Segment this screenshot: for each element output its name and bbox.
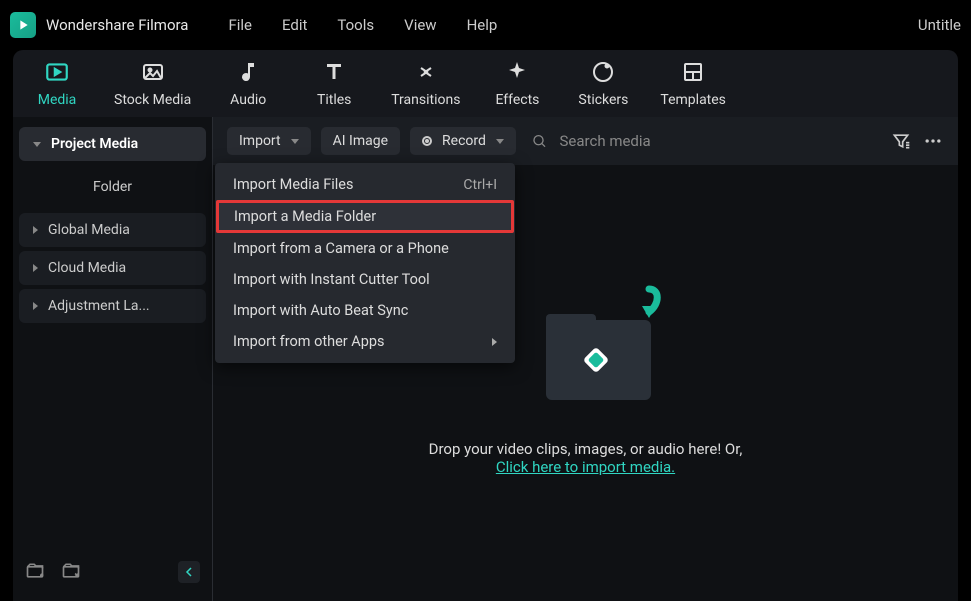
dropdown-import-instant-cutter[interactable]: Import with Instant Cutter Tool [215, 264, 515, 295]
dropdown-label: Import Media Files [233, 176, 353, 193]
transition-icon [413, 59, 439, 85]
tab-media-label: Media [38, 92, 77, 108]
record-label: Record [442, 133, 486, 149]
tab-titles-label: Titles [317, 92, 351, 108]
dropdown-label: Import from other Apps [233, 333, 385, 350]
sidebar-item-folder[interactable]: Folder [19, 165, 206, 209]
tab-titles[interactable]: Titles [305, 59, 363, 108]
dropdown-import-media-files[interactable]: Import Media Files Ctrl+I [215, 169, 515, 200]
sidebar-footer [19, 553, 206, 591]
dropdown-import-other-apps[interactable]: Import from other Apps [215, 326, 515, 357]
sidebar-item-project-media[interactable]: Project Media [19, 127, 206, 161]
sidebar-label: Project Media [51, 136, 138, 152]
search-icon [532, 133, 548, 150]
dropzone-text: Drop your video clips, images, or audio … [429, 440, 743, 476]
template-icon [680, 59, 706, 85]
titlebar: Wondershare Filmora File Edit Tools View… [0, 0, 971, 50]
chevron-right-icon [33, 264, 38, 272]
ai-image-label: AI Image [333, 133, 388, 149]
ai-image-button[interactable]: AI Image [321, 127, 400, 155]
menu-tools[interactable]: Tools [337, 16, 374, 34]
record-button[interactable]: Record [410, 127, 516, 155]
chevron-right-icon [33, 302, 38, 310]
tab-audio-label: Audio [230, 92, 266, 108]
main-toolbar: Media Stock Media Audio Titles Transitio… [13, 50, 958, 117]
chevron-down-icon [496, 139, 504, 144]
sparkle-icon [504, 59, 530, 85]
media-icon [44, 59, 70, 85]
sidebar-label: Folder [93, 179, 132, 195]
import-button[interactable]: Import [227, 127, 311, 155]
tab-media[interactable]: Media [28, 59, 86, 108]
dropdown-import-camera-phone[interactable]: Import from a Camera or a Phone [215, 233, 515, 264]
menu-file[interactable]: File [228, 16, 252, 34]
image-icon [140, 59, 166, 85]
tab-stickers-label: Stickers [578, 92, 628, 108]
delete-folder-icon[interactable] [61, 561, 83, 583]
menu-view[interactable]: View [404, 16, 436, 34]
search-input[interactable] [560, 132, 874, 150]
tab-transitions-label: Transitions [391, 92, 460, 108]
collapse-sidebar-button[interactable] [178, 561, 200, 583]
menu-edit[interactable]: Edit [282, 16, 307, 34]
menu-help[interactable]: Help [467, 16, 498, 34]
chevron-right-icon [33, 226, 38, 234]
tab-effects-label: Effects [495, 92, 539, 108]
sidebar: Project Media Folder Global Media Cloud … [13, 117, 213, 601]
content-toolbar: Import AI Image Record [213, 117, 958, 165]
dropzone-line1: Drop your video clips, images, or audio … [429, 440, 743, 458]
new-folder-icon[interactable] [25, 561, 47, 583]
folder-graphic-icon [546, 290, 666, 400]
tab-stickers[interactable]: Stickers [574, 59, 632, 108]
chevron-down-icon [291, 139, 299, 144]
dropdown-label: Import with Auto Beat Sync [233, 302, 408, 319]
tab-audio[interactable]: Audio [219, 59, 277, 108]
import-dropdown: Import Media Files Ctrl+I Import a Media… [215, 163, 515, 363]
tab-stock-media-label: Stock Media [114, 92, 191, 108]
tab-templates-label: Templates [660, 92, 726, 108]
app-name: Wondershare Filmora [46, 16, 188, 34]
sidebar-item-global-media[interactable]: Global Media [19, 213, 206, 247]
tab-effects[interactable]: Effects [488, 59, 546, 108]
more-options-icon[interactable] [922, 130, 944, 152]
sidebar-label: Global Media [48, 222, 130, 238]
import-link[interactable]: Click here to import media. [496, 458, 675, 476]
tab-transitions[interactable]: Transitions [391, 59, 460, 108]
dropdown-label: Import with Instant Cutter Tool [233, 271, 430, 288]
search-box [526, 132, 880, 150]
dropdown-shortcut: Ctrl+I [463, 177, 497, 193]
main-area: Project Media Folder Global Media Cloud … [13, 117, 958, 601]
text-icon [321, 59, 347, 85]
tab-templates[interactable]: Templates [660, 59, 726, 108]
content-panel: Import AI Image Record [213, 117, 958, 601]
dropdown-import-auto-beat-sync[interactable]: Import with Auto Beat Sync [215, 295, 515, 326]
sticker-icon [590, 59, 616, 85]
sidebar-label: Adjustment La... [48, 298, 150, 314]
menubar: File Edit Tools View Help [228, 16, 917, 34]
sidebar-item-adjustment-layer[interactable]: Adjustment La... [19, 289, 206, 323]
record-icon [422, 136, 432, 146]
filter-icon[interactable] [890, 130, 912, 152]
sidebar-label: Cloud Media [48, 260, 126, 276]
sidebar-item-cloud-media[interactable]: Cloud Media [19, 251, 206, 285]
chevron-down-icon [33, 142, 41, 147]
tab-stock-media[interactable]: Stock Media [114, 59, 191, 108]
chevron-right-icon [492, 338, 497, 346]
music-icon [235, 59, 261, 85]
dropdown-label: Import a Media Folder [234, 208, 376, 225]
document-title: Untitle [918, 16, 961, 34]
dropdown-import-media-folder[interactable]: Import a Media Folder [216, 200, 514, 233]
app-logo-icon [10, 12, 36, 38]
import-label: Import [239, 133, 281, 149]
dropdown-label: Import from a Camera or a Phone [233, 240, 449, 257]
